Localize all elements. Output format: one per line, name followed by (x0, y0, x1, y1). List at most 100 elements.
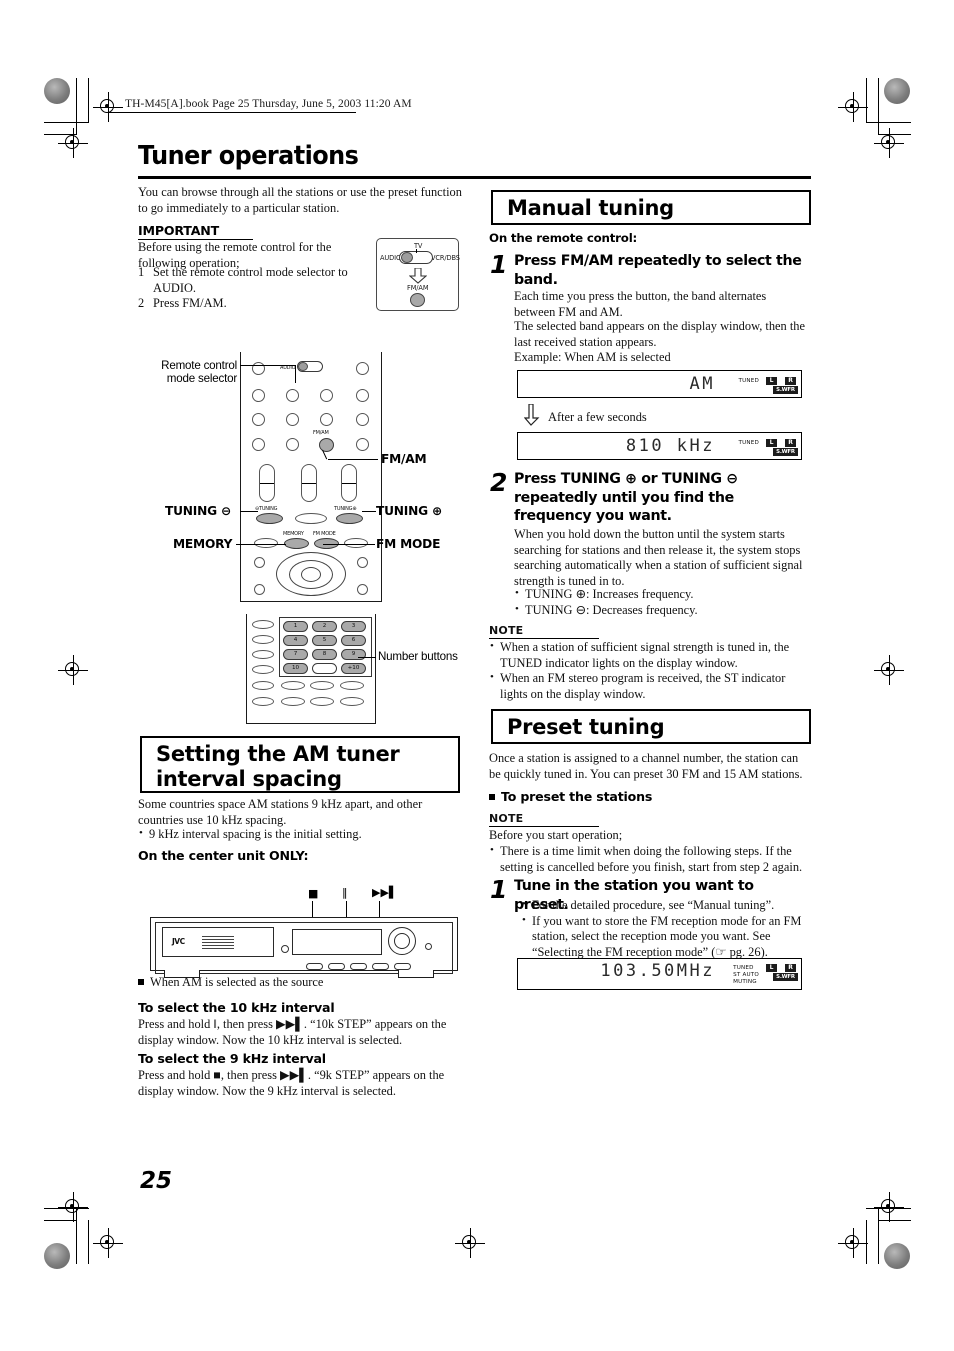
important-label: IMPORTANT (138, 223, 219, 238)
number-button-10-label: 10 (291, 665, 300, 671)
am-source-note: When AM is selected as the source (138, 975, 463, 991)
display-preset-frequency-value: 103.50MHz (600, 961, 715, 981)
remote-dpad-corner-tl[interactable] (254, 557, 265, 568)
display-frequency-indicators: TUNED (738, 440, 759, 446)
number-button-1[interactable]: 1 (283, 621, 308, 632)
fm-am-button-illustration[interactable] (410, 293, 425, 307)
remote-bottom-key-r1c2[interactable] (310, 681, 334, 690)
section-manual-tuning-heading-box: Manual tuning (491, 190, 811, 225)
remote-tuning-minus-key[interactable] (256, 513, 283, 524)
remote-row5-c0[interactable] (254, 538, 278, 548)
after-a-few-seconds-label: After a few seconds (548, 410, 647, 424)
body-10k-interval: Press and hold ‖, then press ▶▶▌. “10k S… (138, 1017, 447, 1047)
remote-left-col-key-6[interactable] (252, 697, 274, 706)
center-unit-transport-button-5[interactable] (394, 963, 411, 970)
remote-key-r3c3[interactable] (356, 438, 369, 451)
remote-key-r1c1[interactable] (286, 389, 299, 402)
square-bullet-icon-preset (489, 794, 495, 800)
center-unit-transport-button-2[interactable] (328, 963, 345, 970)
registration-mark-left-upper (58, 128, 88, 158)
number-button-4[interactable]: 4 (283, 635, 308, 646)
remote-key-r1c2[interactable] (320, 389, 333, 402)
callout-memory: MEMORY (173, 537, 233, 551)
number-button-8-label: 8 (322, 651, 327, 657)
remote-row5-c3[interactable] (344, 538, 368, 548)
center-unit-transport-button-3[interactable] (350, 963, 367, 970)
remote-memory-key[interactable] (284, 538, 309, 549)
pill-divider-right (342, 483, 356, 484)
remote-left-col-key-4[interactable] (252, 665, 274, 674)
manual-step-1-number: 1 (490, 250, 508, 279)
center-unit-volume-dial-inner[interactable] (394, 933, 410, 949)
preset-tuning-body: Once a station is assigned to a channel … (489, 751, 803, 781)
number-button-2[interactable]: 2 (312, 621, 337, 632)
remote-fm-mode-label: FM MODE (313, 531, 336, 537)
number-button-6[interactable]: 6 (341, 635, 366, 646)
number-button-5[interactable]: 5 (312, 635, 337, 646)
display-band-value: AM (689, 374, 715, 394)
display-preset-subwoofer-indicator: S.WFR (773, 973, 798, 981)
leader-tuning-plus (362, 511, 376, 513)
registration-dot-bottom-right (884, 1243, 910, 1269)
center-unit-transport-button-1[interactable] (306, 963, 323, 970)
square-bullet-icon (138, 979, 144, 985)
page-number: 25 (140, 1168, 173, 1194)
section-preset-tuning-heading-box: Preset tuning (491, 709, 811, 744)
remote-key-r2c0[interactable] (252, 413, 265, 426)
remote-bottom-key-r1c3[interactable] (340, 681, 364, 690)
remote-left-col-key-2[interactable] (252, 635, 274, 644)
remote-key-r3c0[interactable] (252, 438, 265, 451)
remote-dpad-enter[interactable] (301, 567, 321, 582)
remote-key-r1c0[interactable] (252, 389, 265, 402)
mode-switch-knob[interactable] (401, 252, 413, 263)
remote-key-r2c1[interactable] (286, 413, 299, 426)
section-preset-tuning-heading: Preset tuning (507, 715, 665, 739)
remote-bottom-key-r2c3[interactable] (340, 697, 364, 706)
display-preset-right-indicator: R (785, 964, 796, 972)
preset-step-1-bullets: For the detailed procedure, see “Manual … (521, 897, 813, 961)
remote-left-col-key-3[interactable] (252, 650, 274, 659)
number-button-blank[interactable] (312, 663, 337, 674)
callout-fm-mode: FM MODE (376, 537, 441, 551)
number-button-10[interactable]: 10 (283, 663, 308, 674)
crop-line-br-h1 (866, 1208, 911, 1209)
remote-key-r1c3[interactable] (356, 389, 369, 402)
registration-mark-left-middle (58, 655, 88, 685)
leader-tuning-minus (240, 511, 258, 513)
crop-line-bl-v1 (76, 1208, 77, 1264)
remote-key-r2c2[interactable] (320, 413, 333, 426)
grille-line-4 (202, 945, 234, 947)
remote-key-r0c3[interactable] (356, 362, 369, 375)
crop-line-tl-h2 (44, 134, 77, 135)
section-am-interval-heading-box: Setting the AM tuner interval spacing (140, 736, 460, 793)
remote-bottom-key-r2c2[interactable] (310, 697, 334, 706)
number-button-8[interactable]: 8 (312, 649, 337, 660)
remote-key-r0c0[interactable] (252, 362, 265, 375)
remote-left-col-key-5[interactable] (252, 681, 274, 690)
remote-center-oval-key[interactable] (295, 513, 327, 524)
preset-step-1-bullet-2: If you want to store the FM reception mo… (521, 913, 813, 961)
display-frequency-right-indicator: R (785, 439, 796, 447)
number-button-7[interactable]: 7 (283, 649, 308, 660)
remote-bottom-key-r1c1[interactable] (281, 681, 305, 690)
display-frequency-left-indicator: L (766, 439, 777, 447)
center-unit-small-knob[interactable] (281, 945, 289, 953)
center-unit-display-window (292, 929, 382, 955)
center-unit-power-button[interactable] (425, 943, 432, 950)
number-button-9[interactable]: 9 (341, 649, 366, 660)
remote-tuning-plus-key[interactable] (336, 513, 363, 524)
remote-mode-switch-knob[interactable] (298, 362, 308, 371)
manual-step-2-body: When you hold down the button until the … (514, 527, 803, 588)
remote-left-col-key-1[interactable] (252, 620, 274, 629)
remote-key-r2c3[interactable] (356, 413, 369, 426)
number-button-3[interactable]: 3 (341, 621, 366, 632)
preset-note-underline (489, 826, 599, 827)
remote-key-r3c1[interactable] (286, 438, 299, 451)
number-button-plus10[interactable]: +10 (341, 663, 366, 674)
remote-dpad-corner-bl[interactable] (254, 584, 265, 595)
remote-dpad-corner-br[interactable] (357, 584, 368, 595)
remote-dpad-corner-tr[interactable] (357, 557, 368, 568)
center-unit-transport-button-4[interactable] (372, 963, 389, 970)
remote-bottom-key-r2c1[interactable] (281, 697, 305, 706)
body-9k-interval: Press and hold ■, then press ▶▶▌. “9k ST… (138, 1068, 445, 1098)
